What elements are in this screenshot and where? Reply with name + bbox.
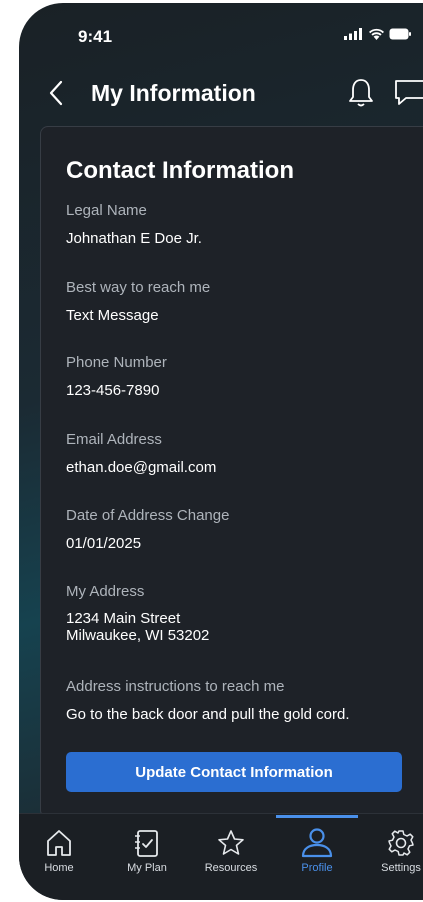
tab-home[interactable]: Home [19, 814, 99, 884]
field-address-change-date: Date of Address Change 01/01/2025 [66, 507, 229, 553]
page-title: My Information [91, 80, 256, 106]
signal-icon [344, 28, 362, 40]
address-line-2: Milwaukee, WI 53202 [66, 627, 210, 644]
field-value: ethan.doe@gmail.com [66, 459, 217, 476]
checklist-icon [135, 830, 158, 857]
field-label: Legal Name [66, 202, 147, 219]
notifications-button[interactable] [346, 76, 376, 108]
phone-screen: 9:41 My Information Contact Information … [19, 3, 423, 900]
tab-settings[interactable]: Settings [361, 814, 423, 884]
field-label: Phone Number [66, 354, 167, 371]
update-contact-button[interactable]: Update Contact Information [66, 752, 402, 792]
field-address: My Address 1234 Main Street Milwaukee, W… [66, 583, 209, 644]
field-best-way: Best way to reach me Text Message [66, 279, 210, 325]
back-button[interactable] [44, 77, 68, 109]
home-icon [47, 830, 71, 856]
contact-info-card: Contact Information Legal Name Johnathan… [40, 126, 423, 818]
tab-resources[interactable]: Resources [191, 814, 271, 884]
header: My Information [19, 63, 423, 123]
messages-button[interactable] [392, 76, 423, 108]
field-value: 01/01/2025 [66, 535, 142, 552]
field-label: Date of Address Change [66, 507, 230, 524]
field-value: Text Message [66, 307, 159, 324]
field-label: Email Address [66, 431, 162, 448]
tab-label: Settings [381, 862, 421, 874]
status-time: 9:41 [78, 27, 113, 46]
tab-my-plan[interactable]: My Plan [107, 814, 187, 884]
tab-label: Resources [204, 862, 258, 874]
battery-icon [389, 28, 411, 40]
field-legal-name: Legal Name Johnathan E Doe Jr. [66, 202, 202, 248]
field-value: 123-456-7890 [66, 382, 160, 399]
field-phone: Phone Number 123-456-7890 [66, 354, 167, 400]
field-value: Johnathan E Doe Jr. [66, 230, 202, 247]
chevron-left-icon [49, 80, 63, 106]
field-instructions: Address instructions to reach me Go to t… [66, 678, 350, 724]
tab-label: Profile [301, 862, 333, 874]
star-icon [218, 830, 244, 855]
field-label: My Address [66, 583, 145, 600]
address-line-1: 1234 Main Street [66, 610, 181, 627]
gear-icon [388, 830, 414, 856]
tab-bar: Home My Plan Resources Profile Settings [19, 813, 423, 900]
person-icon [301, 828, 333, 858]
field-label: Address instructions to reach me [66, 678, 285, 695]
tab-profile[interactable]: Profile [277, 814, 357, 884]
tab-label: My Plan [127, 862, 167, 874]
wifi-icon [369, 28, 384, 40]
chat-icon [395, 80, 423, 105]
bell-icon [349, 79, 373, 107]
field-value: Go to the back door and pull the gold co… [66, 706, 350, 723]
field-email: Email Address ethan.doe@gmail.com [66, 431, 216, 477]
card-title: Contact Information [66, 157, 294, 184]
status-icons [344, 28, 411, 40]
field-label: Best way to reach me [66, 279, 211, 296]
tab-label: Home [44, 862, 74, 874]
